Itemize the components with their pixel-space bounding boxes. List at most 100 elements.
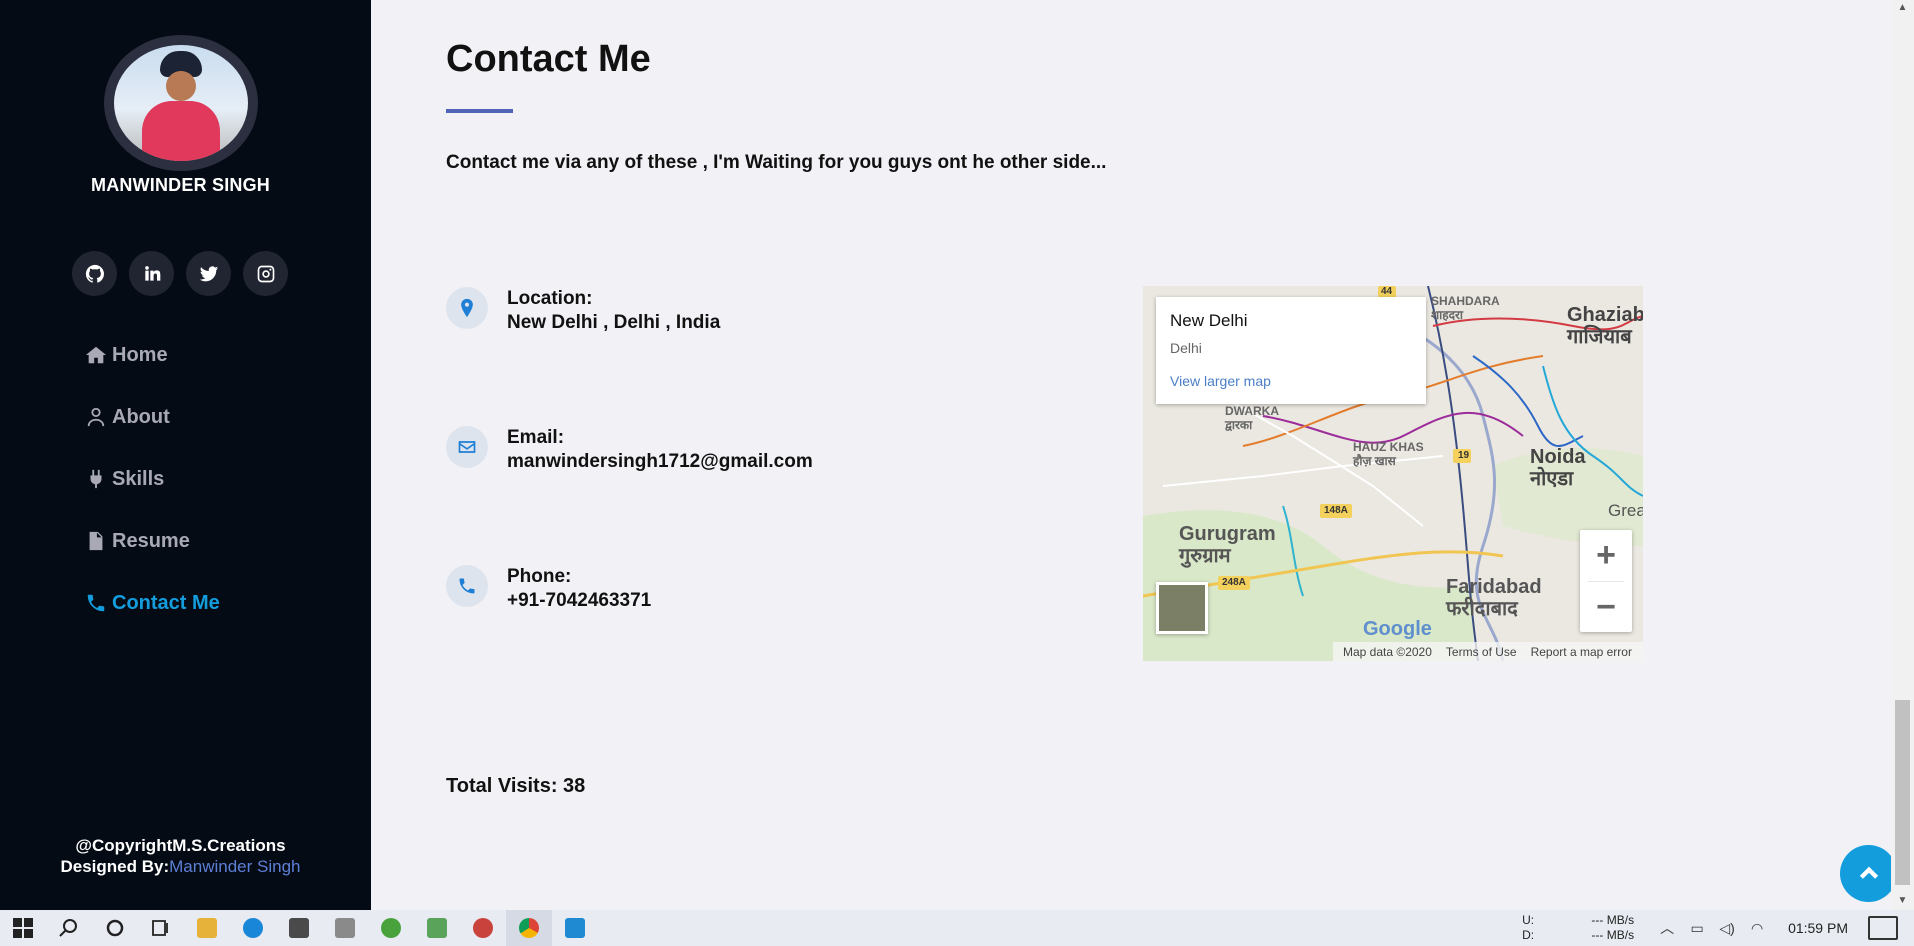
user-icon xyxy=(87,407,105,427)
phone-icon-wrap xyxy=(446,565,488,607)
map-label-ghaziabad: Ghaziab गाजियाब xyxy=(1567,304,1643,348)
designer-link[interactable]: Manwinder Singh xyxy=(169,857,300,876)
copyright-text: @CopyrightM.S.Creations xyxy=(75,836,286,855)
nav-resume[interactable]: Resume xyxy=(85,510,220,572)
network-speed: U: --- MB/s D: --- MB/s xyxy=(1522,913,1634,943)
phone-label: Phone: xyxy=(507,566,572,587)
instagram-link[interactable] xyxy=(243,251,288,296)
chrome-button[interactable] xyxy=(506,910,552,946)
battery-icon[interactable]: ▭ xyxy=(1682,920,1712,937)
map-label-text: द्वारका xyxy=(1225,418,1253,432)
system-tray: U: --- MB/s D: --- MB/s ︿ ▭ ◁) ◠ 01:59 PM xyxy=(1522,910,1914,946)
volume-icon[interactable]: ◁) xyxy=(1712,920,1742,937)
main-nav: Home About Skills Resume Contact Me xyxy=(85,324,220,634)
map-data-text: Map data ©2020 xyxy=(1343,644,1432,659)
windows-logo-icon xyxy=(13,918,33,938)
chrome-icon xyxy=(519,918,539,938)
designed-by-label: Designed By: xyxy=(60,857,170,876)
upload-label: U: xyxy=(1522,913,1535,927)
instagram-icon xyxy=(257,265,274,282)
email-value[interactable]: manwindersingh1712@gmail.com xyxy=(507,451,813,472)
twitter-link[interactable] xyxy=(186,251,231,296)
sidebar: MANWINDER SINGH Home About Skills Resume… xyxy=(0,0,371,910)
envelope-icon xyxy=(458,441,476,453)
cortana-button[interactable] xyxy=(92,910,138,946)
download-label: D: xyxy=(1522,928,1535,942)
twitter-icon xyxy=(199,265,218,281)
location-icon-wrap xyxy=(446,287,488,329)
search-button[interactable] xyxy=(46,910,92,946)
store-button[interactable] xyxy=(276,910,322,946)
google-map[interactable]: Ghaziab गाजियाब Noida नोएडा Gurugram गुरुग्… xyxy=(1143,286,1643,661)
map-label-text: HAUZ KHAS xyxy=(1353,440,1424,454)
satellite-toggle-button[interactable] xyxy=(1156,582,1208,634)
map-label-text: Ghaziab xyxy=(1567,304,1643,326)
chevron-up-icon[interactable]: ︿ xyxy=(1652,918,1682,938)
map-label-text: गाजियाब xyxy=(1567,326,1632,348)
email-icon-wrap xyxy=(446,426,488,468)
map-label-shahdara: SHAHDARA शाहदरा xyxy=(1431,294,1500,322)
map-attribution-bar: Map data ©2020 Terms of Use Report a map… xyxy=(1333,642,1643,661)
app-red-button[interactable] xyxy=(460,910,506,946)
app-monitor-button[interactable] xyxy=(414,910,460,946)
linkedin-link[interactable] xyxy=(129,251,174,296)
chevron-up-icon xyxy=(1859,866,1878,879)
map-info-card: New Delhi Delhi View larger map xyxy=(1156,297,1426,404)
avatar xyxy=(104,35,258,171)
phone-value[interactable]: +91-7042463371 xyxy=(507,590,651,611)
scrollbar-thumb[interactable] xyxy=(1895,700,1910,885)
title-underline xyxy=(446,109,513,113)
file-icon xyxy=(89,531,103,551)
file-explorer-button[interactable] xyxy=(184,910,230,946)
nav-label: Home xyxy=(112,343,168,366)
report-map-error-link[interactable]: Report a map error xyxy=(1531,645,1632,659)
scroll-up-arrow-icon[interactable]: ▲ xyxy=(1891,2,1914,13)
nav-about[interactable]: About xyxy=(85,386,220,448)
map-label-text: Noida xyxy=(1530,446,1586,468)
monitor-icon xyxy=(427,918,447,938)
phone-info: Phone: +91-7042463371 xyxy=(446,565,651,613)
app-green-button[interactable] xyxy=(368,910,414,946)
home-icon xyxy=(85,346,107,364)
sidebar-footer: @CopyrightM.S.Creations Designed By:Manw… xyxy=(0,835,361,877)
app-red-icon xyxy=(473,918,493,938)
map-label-text: गुरुग्राम xyxy=(1179,545,1231,567)
clock[interactable]: 01:59 PM xyxy=(1788,920,1848,936)
map-label-hauz-khas: HAUZ KHAS हौज़ खास xyxy=(1353,440,1424,468)
app-green-icon xyxy=(381,918,401,938)
location-pin-icon xyxy=(461,298,473,318)
back-to-top-button[interactable] xyxy=(1840,845,1897,902)
nav-label: Contact Me xyxy=(112,591,220,614)
zoom-out-button[interactable]: − xyxy=(1580,582,1632,633)
linkedin-icon xyxy=(144,265,160,281)
store-icon xyxy=(289,918,309,938)
nav-label: Resume xyxy=(112,529,190,552)
map-label-text: शाहदरा xyxy=(1431,308,1464,322)
notification-center-icon[interactable] xyxy=(1868,916,1898,940)
view-larger-map-link[interactable]: View larger map xyxy=(1170,373,1412,389)
map-label-text: नोएडा xyxy=(1530,468,1574,490)
nav-home[interactable]: Home xyxy=(85,324,220,386)
map-place-name: New Delhi xyxy=(1170,311,1248,330)
wifi-icon[interactable]: ◠ xyxy=(1742,920,1772,937)
map-place-region: Delhi xyxy=(1170,340,1202,356)
zoom-in-button[interactable]: + xyxy=(1580,530,1632,581)
start-button[interactable] xyxy=(0,910,46,946)
plug-icon xyxy=(90,469,102,489)
location-info: Location: New Delhi , Delhi , India xyxy=(446,287,720,335)
vscode-button[interactable] xyxy=(552,910,598,946)
phone-icon xyxy=(87,594,105,612)
page-scrollbar[interactable]: ▲ ▼ xyxy=(1891,0,1914,910)
designed-by-line: Designed By:Manwinder Singh xyxy=(0,856,361,877)
scroll-down-arrow-icon[interactable]: ▼ xyxy=(1891,895,1914,906)
task-view-button[interactable] xyxy=(138,910,184,946)
github-link[interactable] xyxy=(72,251,117,296)
nav-contact[interactable]: Contact Me xyxy=(85,572,220,634)
app-n-button[interactable] xyxy=(322,910,368,946)
edge-button[interactable] xyxy=(230,910,276,946)
task-view-icon xyxy=(152,920,168,936)
terms-of-use-link[interactable]: Terms of Use xyxy=(1446,645,1517,659)
map-label-text: DWARKA xyxy=(1225,404,1279,418)
nav-skills[interactable]: Skills xyxy=(85,448,220,510)
email-info: Email: manwindersingh1712@gmail.com xyxy=(446,426,813,474)
